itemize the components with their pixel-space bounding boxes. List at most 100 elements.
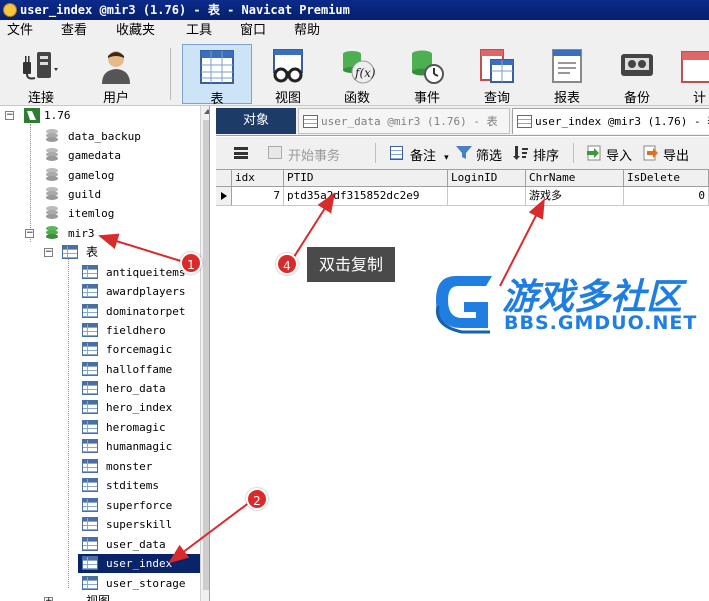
tree-connection[interactable]: − 1.76 [0,106,200,125]
tree-database[interactable]: gamelog [0,166,200,185]
table-icon [82,478,98,492]
current-row-indicator-icon[interactable] [216,187,232,206]
column-header[interactable]: LoginID [448,170,526,187]
table-name: user_index [106,557,173,570]
scroll-up-icon[interactable] [204,109,209,114]
tree-database-mir3[interactable]: − mir3 [0,224,200,243]
table-cell[interactable] [448,187,526,206]
table-cell[interactable]: 7 [232,187,284,206]
column-header[interactable]: idx [232,170,284,187]
memo-icon [390,146,403,160]
tree-database[interactable]: data_backup [0,127,200,146]
tab-user-data[interactable]: user_data @mir3 (1.76) - 表 [298,108,510,134]
table-cell[interactable]: 游戏多 [526,187,624,206]
tree-table-item[interactable]: superskill [78,515,200,534]
tab-user-index[interactable]: user_index @mir3 (1.76) - 表 [512,108,709,134]
expand-icon[interactable]: + [44,597,53,601]
table-cell[interactable]: 0 [624,187,709,206]
table-icon [82,284,98,298]
sidebar-scrollbar[interactable] [200,106,209,601]
query-button[interactable]: 查询 [462,44,532,106]
callout-marker: 2 [246,488,268,510]
tree-table-item[interactable]: user_data [78,535,200,554]
schedule-button[interactable]: 计 [672,44,709,104]
database-name: mir3 [68,227,95,240]
event-button[interactable]: 事件 [392,44,462,106]
column-header[interactable]: PTID [284,170,448,187]
tree-table-item[interactable]: stditems [78,476,200,495]
transaction-icon [268,146,282,159]
tree-database[interactable]: guild [0,185,200,204]
tree-database[interactable]: itemlog [0,204,200,223]
column-header[interactable]: IsDelete [624,170,709,187]
table-icon [303,115,318,128]
query-icon [480,49,514,83]
tree-database[interactable]: gamedata [0,146,200,165]
menu-icon[interactable] [234,147,248,159]
backup-icon [621,54,653,76]
tree-table-item[interactable]: hero_index [78,398,200,417]
table-name: antiqueitems [106,266,186,279]
collapse-icon[interactable]: − [5,111,14,120]
import-button[interactable]: 导入 [587,145,632,164]
tree-table-item[interactable]: halloffame [78,360,200,379]
function-icon: f(x) [343,51,375,84]
view-label: 视图 [274,91,301,106]
tree-table-item[interactable]: humanmagic [78,437,200,456]
collapse-icon[interactable]: − [25,229,34,238]
query-label: 查询 [483,91,510,106]
function-button[interactable]: f(x) 函数 [322,44,392,106]
view-button[interactable]: 视图 [253,44,323,106]
tab-objects[interactable]: 对象 [216,108,296,134]
table-name: hero_index [106,401,173,414]
filter-icon [456,146,472,159]
tree-table-item-selected[interactable]: user_index [78,554,200,573]
table-button[interactable]: 表 [182,44,252,107]
callout-marker: 4 [276,253,298,275]
filter-button[interactable]: 筛选 [456,145,502,164]
scroll-thumb[interactable] [203,120,209,590]
column-header[interactable]: ChrName [526,170,624,187]
collapse-icon[interactable]: − [44,248,53,257]
tree-views-folder[interactable]: + 视图 [0,594,200,601]
tree-table-item[interactable]: dominatorpet [78,302,200,321]
export-button[interactable]: 导出 [643,145,689,164]
row-header-corner [216,170,232,187]
tree-table-item[interactable]: forcemagic [78,340,200,359]
table-name: superskill [106,518,173,531]
menu-tools[interactable]: 工具 [186,23,212,39]
tree-table-item[interactable]: fieldhero [78,321,200,340]
memo-button[interactable]: 备注 ▾ [390,145,449,164]
table-name: forcemagic [106,343,173,356]
tree-table-item[interactable]: user_storage [78,574,200,593]
tree-guide-line [68,258,69,588]
object-tree: − 1.76 data_backup gamedata gamelog guil… [0,106,210,601]
menu-favorites[interactable]: 收藏夹 [116,23,155,39]
tree-table-item[interactable]: heromagic [78,418,200,437]
sort-button[interactable]: 排序 [513,145,559,164]
backup-button[interactable]: 备份 [602,44,672,106]
table-cell[interactable]: ptd35a2df315852dc2e9 [284,187,448,206]
report-button[interactable]: 报表 [532,44,602,106]
user-button[interactable]: 用户 [81,44,151,106]
report-icon [552,49,582,83]
table-icon [82,362,98,376]
begin-transaction-button[interactable]: 开始事务 [268,145,340,164]
database-icon [46,129,58,143]
tree-tables-folder[interactable]: − 表 [0,243,200,262]
connect-label: 连接 [27,91,54,106]
toolbar-separator [375,143,376,163]
tree-table-item[interactable]: superforce [78,496,200,515]
tree-table-item[interactable]: hero_data [78,379,200,398]
connect-button[interactable]: 连接 [6,44,76,106]
database-icon [46,187,58,201]
tree-table-item[interactable]: awardplayers [78,282,200,301]
menu-window[interactable]: 窗口 [240,23,266,39]
import-icon [587,145,601,161]
menu-file[interactable]: 文件 [7,23,33,39]
menu-bar: 文件 查看 收藏夹 工具 窗口 帮助 [0,20,709,42]
menu-help[interactable]: 帮助 [294,23,320,39]
table-icon [82,420,98,434]
tree-table-item[interactable]: monster [78,457,200,476]
menu-view[interactable]: 查看 [61,23,87,39]
